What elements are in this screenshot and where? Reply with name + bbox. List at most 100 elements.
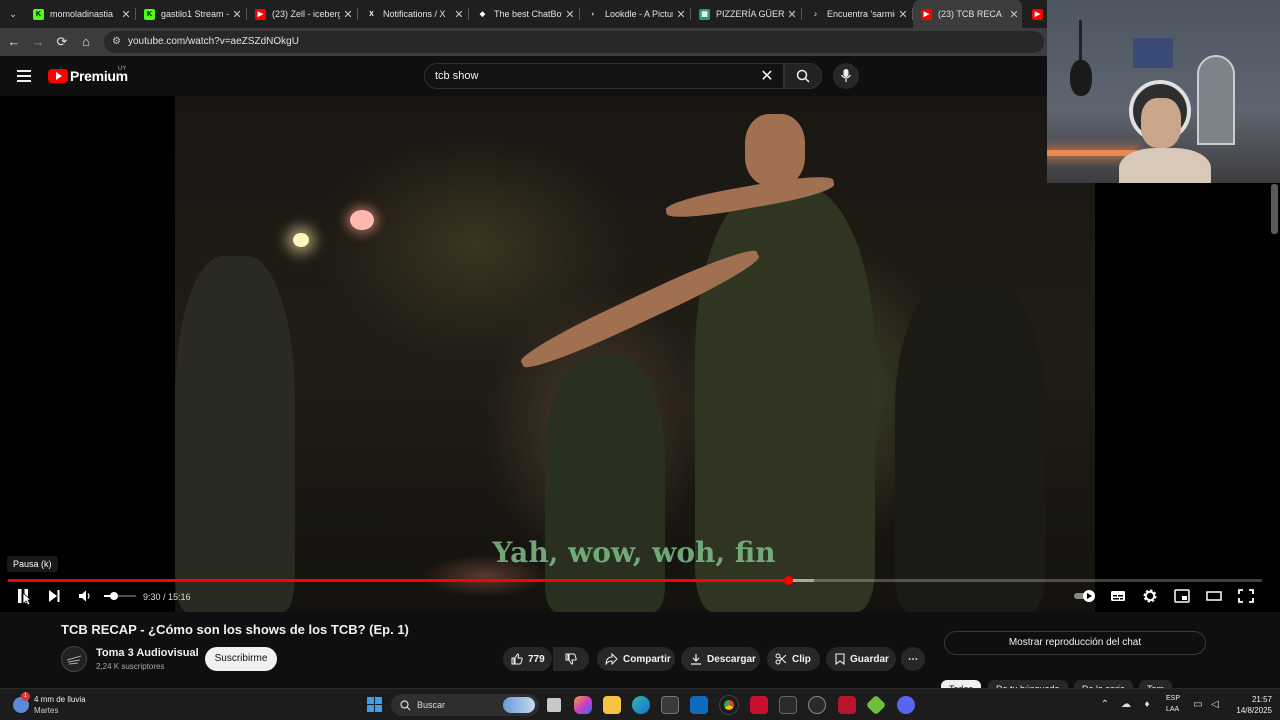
copilot-icon[interactable] [574, 696, 592, 714]
tab-close-icon[interactable]: ✕ [673, 8, 689, 21]
clip-button[interactable]: Clip [767, 647, 820, 671]
discord-icon[interactable] [897, 696, 915, 714]
tab-close-icon[interactable]: ✕ [562, 8, 578, 21]
app-green-cube-icon[interactable] [865, 694, 887, 716]
tab-close-icon[interactable]: ✕ [784, 8, 800, 21]
dislike-button[interactable] [553, 647, 589, 671]
network-icon[interactable]: ▭ [1192, 699, 1204, 711]
edge-icon[interactable] [632, 696, 650, 714]
tray-mic-icon[interactable]: ♦ [1141, 699, 1153, 711]
save-button[interactable]: Guardar [826, 647, 896, 671]
app-news-icon[interactable] [838, 696, 856, 714]
progress-scrubber[interactable] [783, 576, 793, 585]
like-button[interactable]: 779 [503, 647, 552, 671]
autoplay-toggle[interactable] [1073, 587, 1097, 605]
outlook-icon[interactable] [690, 696, 708, 714]
tab-label: PIZZERÍA GÜERRÍ [716, 9, 784, 19]
tab-close-icon[interactable]: ✕ [895, 8, 911, 21]
browser-tab[interactable]: ▦ PIZZERÍA GÜERRÍ✕ [691, 0, 800, 28]
app-spotify-icon[interactable] [808, 696, 826, 714]
channel-name[interactable]: Toma 3 Audiovisual [96, 647, 199, 659]
share-icon [605, 653, 618, 665]
subscriber-count: 2,24 K suscriptores [96, 662, 165, 671]
volume-icon [79, 590, 90, 602]
speaker-icon[interactable]: ◁ [1209, 699, 1221, 711]
input-layout[interactable]: LAA [1166, 706, 1179, 713]
taskbar-search[interactable]: Buscar [391, 694, 539, 716]
start-button[interactable] [367, 697, 383, 713]
stage-light [293, 233, 309, 247]
tab-favicon-icon: ◐ [588, 8, 599, 20]
browser-tab[interactable]: ◆ The best ChatBot ✕ [469, 0, 578, 28]
download-button[interactable]: Descargar [681, 647, 760, 671]
tray-cloud-icon[interactable]: ☁ [1120, 699, 1132, 711]
progress-bar[interactable] [8, 576, 1262, 585]
browser-tab[interactable]: ▶ (23) Zell - iceberg ✕ [247, 0, 356, 28]
autoplay-icon [1074, 590, 1095, 602]
search-input[interactable]: tcb show ✕ [424, 63, 784, 89]
weather-day: Martes [34, 706, 59, 715]
share-label: Compartir [623, 653, 671, 665]
browser-tab[interactable]: ♪ Encuentra 'sarmie ✕ [802, 0, 911, 28]
clock-time[interactable]: 21:57 [1232, 695, 1272, 704]
site-info-icon[interactable]: ⚙ [112, 36, 124, 48]
home-button[interactable]: ⌂ [78, 34, 94, 50]
task-view-icon[interactable] [547, 698, 561, 712]
store-icon[interactable] [661, 696, 679, 714]
more-actions-button[interactable]: ⋯ [901, 647, 925, 671]
input-language[interactable]: ESP [1166, 695, 1180, 702]
page-scrollbar[interactable] [1271, 184, 1278, 234]
tab-favicon-icon: K [144, 8, 155, 20]
subscribe-button[interactable]: Suscribirme [205, 647, 277, 671]
miniplayer-button[interactable] [1174, 587, 1190, 605]
theater-mode-button[interactable] [1206, 587, 1222, 605]
tab-favicon-icon: ▶ [255, 8, 266, 20]
tray-overflow-icon[interactable]: ⌃ [1099, 699, 1111, 711]
file-explorer-icon[interactable] [603, 696, 621, 714]
clock-date[interactable]: 14/8/2025 [1225, 706, 1272, 715]
back-button[interactable]: ← [6, 34, 22, 50]
show-chat-replay-button[interactable]: Mostrar reproducción del chat [944, 631, 1206, 655]
taskbar-search-label: Buscar [417, 700, 446, 710]
settings-button[interactable] [1142, 587, 1158, 605]
weather-badge: 1 [21, 692, 30, 701]
channel-avatar[interactable] [61, 646, 87, 672]
more-icon: ⋯ [908, 653, 918, 665]
chrome-icon[interactable] [720, 696, 738, 714]
mute-button[interactable] [78, 587, 94, 605]
tab-close-icon[interactable]: ✕ [451, 8, 467, 21]
volume-slider[interactable] [104, 592, 136, 600]
browser-tab-overflow[interactable]: ▶ [1024, 0, 1044, 28]
address-bar[interactable]: ⚙ youtube.com/watch?v=aeZSZdNOkgU [104, 31, 1044, 53]
menu-icon[interactable] [17, 70, 31, 82]
subtitles-button[interactable] [1110, 587, 1126, 605]
volume-handle[interactable] [109, 592, 118, 600]
weather-text[interactable]: 4 mm de lluvia [34, 695, 86, 704]
browser-tab[interactable]: X Notifications / X ✕ [358, 0, 467, 28]
forward-button[interactable]: → [30, 34, 46, 50]
browser-tab[interactable]: ◐ Lookdle - A Pictur ✕ [580, 0, 689, 28]
search-highlight-icon [503, 697, 535, 713]
youtube-logo-icon[interactable] [48, 69, 68, 83]
browser-tab[interactable]: Kgastilo1 Stream - ✕ [136, 0, 245, 28]
share-button[interactable]: Compartir [597, 647, 675, 671]
tab-favicon-icon: ▦ [699, 8, 710, 20]
webcam-led-strip [1047, 150, 1137, 156]
download-label: Descargar [707, 653, 756, 665]
voice-search-button[interactable] [833, 63, 859, 89]
tab-close-icon[interactable]: ✕ [1006, 8, 1022, 21]
app-red-icon[interactable] [750, 696, 768, 714]
like-count: 779 [528, 653, 545, 665]
tab-search-button[interactable]: ⌄ [5, 6, 21, 22]
tab-close-icon[interactable]: ✕ [229, 8, 245, 21]
tab-close-icon[interactable]: ✕ [340, 8, 356, 21]
browser-tab[interactable]: ▶ (23) TCB RECA ✕ [913, 0, 1022, 28]
search-button[interactable] [784, 63, 822, 89]
reload-button[interactable]: ⟳ [54, 34, 70, 50]
clear-search-icon[interactable]: ✕ [757, 67, 777, 87]
next-button[interactable] [47, 587, 65, 605]
tab-close-icon[interactable]: ✕ [118, 8, 134, 21]
browser-tab[interactable]: Kmomoladinastia ✕ [25, 0, 134, 28]
fullscreen-button[interactable] [1238, 587, 1254, 605]
app-dark-icon[interactable] [779, 696, 797, 714]
